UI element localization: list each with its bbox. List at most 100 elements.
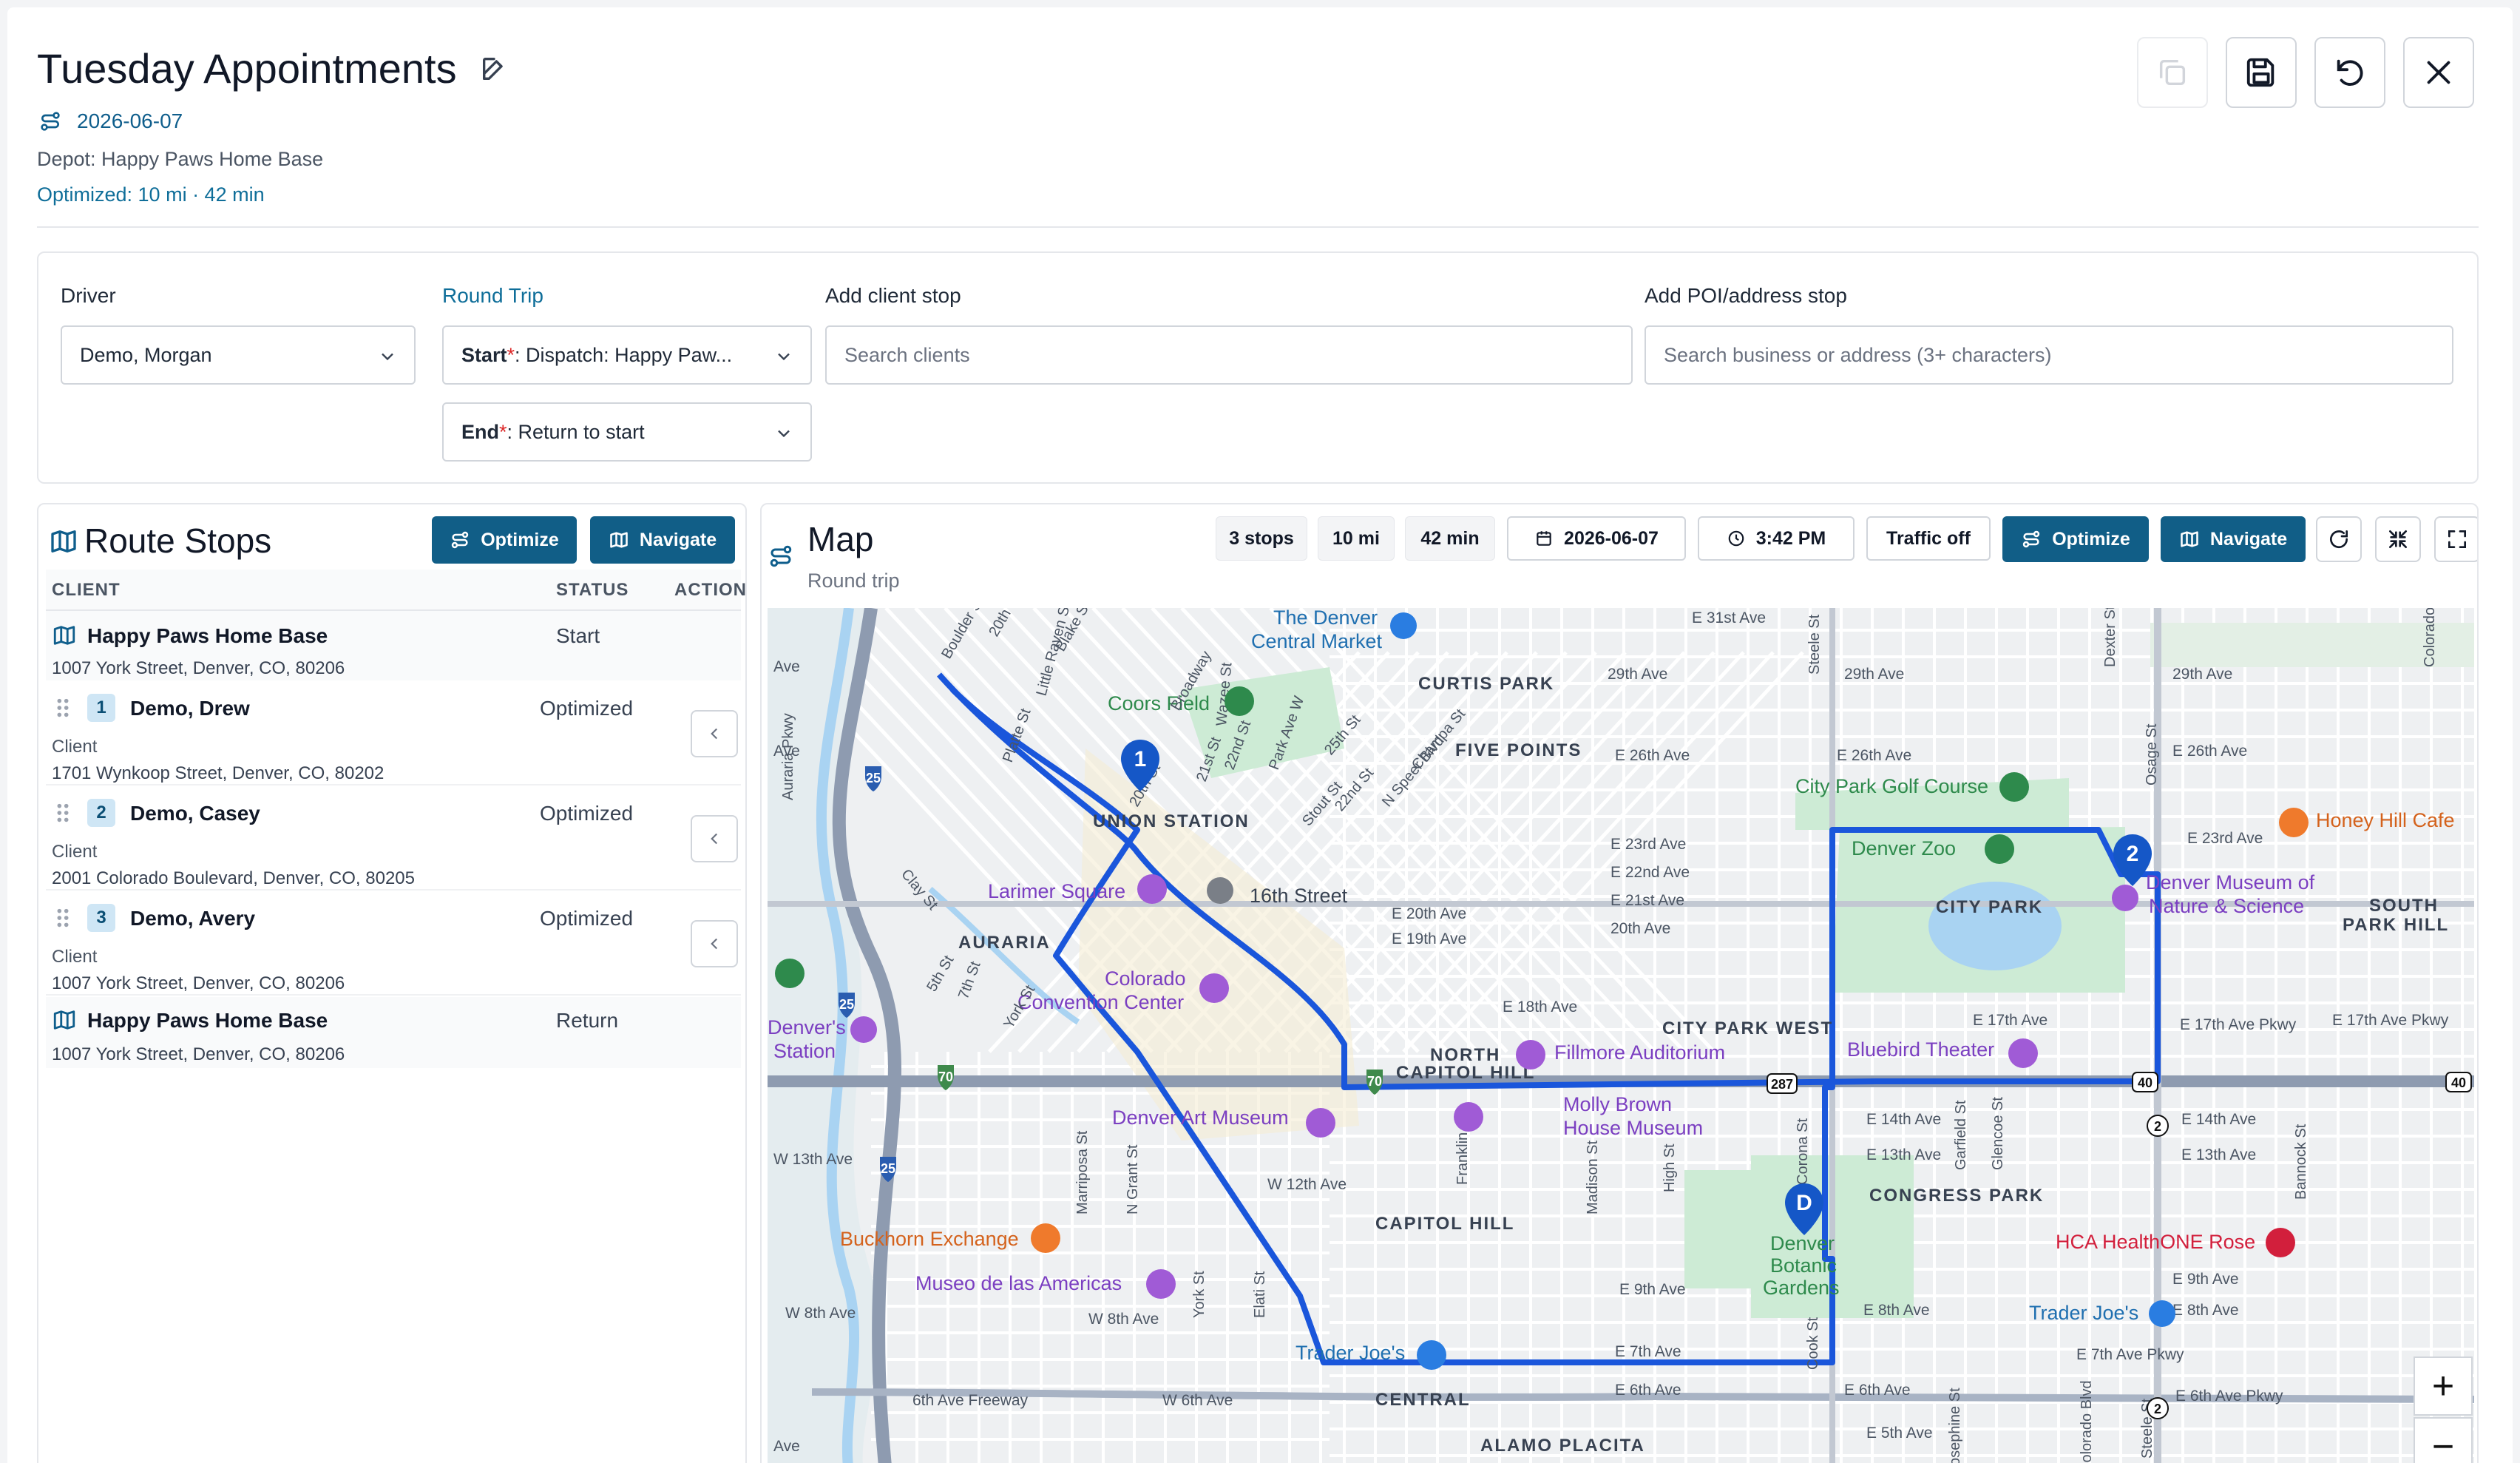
stop-name: Demo, Casey	[130, 802, 260, 825]
music-pin-icon[interactable]	[2008, 1038, 2038, 1068]
zoom-out-button[interactable]: −	[2414, 1417, 2473, 1463]
drag-handle-icon[interactable]	[55, 907, 71, 929]
poi-label: Central Market	[1251, 630, 1383, 652]
stop-name: Demo, Drew	[130, 697, 250, 720]
stop-action-button[interactable]	[691, 815, 738, 862]
fullscreen-button[interactable]	[2434, 516, 2477, 562]
street-label: E 7th Ave	[1615, 1343, 1681, 1360]
street-label: 5th St	[924, 953, 957, 995]
market-pin-icon[interactable]	[1390, 612, 1417, 639]
date-picker[interactable]: 2026-06-07	[1507, 516, 1686, 561]
poi-label: Station	[773, 1040, 836, 1062]
theater-pin-icon[interactable]	[850, 1016, 877, 1043]
poi-label: 16th Street	[1250, 885, 1348, 907]
street-label: E 14th Ave	[1866, 1111, 1941, 1128]
stop-status: Optimized	[540, 907, 634, 930]
reset-button[interactable]	[2314, 37, 2385, 108]
street-label: E 8th Ave	[2172, 1302, 2239, 1319]
art-museum-pin-icon[interactable]	[1306, 1108, 1335, 1138]
stop-address: 1007 York Street, Denver, CO, 80206	[52, 973, 345, 993]
poi-label: Honey Hill Cafe	[2316, 809, 2455, 831]
street-label: York St	[1191, 1271, 1208, 1318]
hospital-pin-icon[interactable]	[2266, 1228, 2295, 1257]
stops-navigate-button[interactable]: Navigate	[590, 516, 735, 564]
state-shield: 2	[2154, 1119, 2161, 1134]
close-icon	[2427, 61, 2450, 84]
drag-handle-icon[interactable]	[55, 802, 71, 824]
client-stop-label: Add client stop	[825, 284, 961, 307]
landmark-pin-icon[interactable]	[1137, 874, 1167, 904]
museum-pin-icon[interactable]	[2112, 885, 2138, 911]
drag-handle-icon[interactable]	[55, 697, 71, 719]
chevron-down-icon	[382, 353, 393, 361]
street-label: E 6th Ave	[1844, 1382, 1911, 1399]
museum-pin-icon[interactable]	[1146, 1269, 1176, 1299]
route-map[interactable]: CURTIS PARK FIVE POINTS UNION STATION AU…	[768, 608, 2474, 1463]
stop-action-button[interactable]	[691, 920, 738, 967]
stop-type: Client	[52, 737, 98, 757]
map-card: Map Round trip 3 stops 10 mi 42 min 2026…	[760, 503, 2479, 1463]
convention-pin-icon[interactable]	[1199, 973, 1229, 1003]
traffic-toggle[interactable]: Traffic off	[1866, 516, 1991, 561]
street-label: Dexter St	[2102, 608, 2118, 667]
street-label: E 13th Ave	[1866, 1146, 1941, 1163]
start-select[interactable]: Start *: Dispatch: Happy Paw...	[442, 325, 812, 385]
station-pin-icon[interactable]	[1207, 877, 1233, 904]
optimize-icon	[2023, 530, 2040, 548]
zoo-pin-icon[interactable]	[1985, 834, 2014, 864]
map-optimize-button[interactable]: Optimize	[2002, 516, 2149, 562]
street-label: E 23rd Ave	[2187, 830, 2263, 847]
chevron-left-icon	[711, 728, 718, 740]
refresh-button[interactable]	[2316, 516, 2362, 562]
table-row: Happy Paws Home Base 1007 York Street, D…	[46, 611, 741, 680]
stop-name: Demo, Avery	[130, 907, 256, 930]
chevron-left-icon	[711, 938, 718, 950]
grocery-pin-icon[interactable]	[1417, 1340, 1446, 1370]
restaurant-pin-icon[interactable]	[1031, 1223, 1060, 1253]
zoom-in-button[interactable]: +	[2414, 1356, 2473, 1416]
stop-type: Client	[52, 947, 98, 967]
driver-select[interactable]: Demo, Morgan	[61, 325, 416, 385]
stop-status: Optimized	[540, 802, 634, 825]
golf-pin-icon[interactable]	[1999, 772, 2029, 802]
street-label: E 14th Ave	[2181, 1111, 2256, 1128]
street-label: Madison St	[1585, 1141, 1601, 1214]
street-label: E 13th Ave	[2181, 1146, 2256, 1163]
street-label: Garfield St	[1953, 1100, 1969, 1170]
stops-optimize-button[interactable]: Optimize	[432, 516, 577, 564]
music-pin-icon[interactable]	[1516, 1040, 1545, 1070]
highway-shield: 70	[1367, 1074, 1382, 1089]
required-mark: *	[499, 420, 507, 443]
street-label: Boulder St	[938, 608, 987, 662]
client-search-input[interactable]: Search clients	[825, 325, 1633, 385]
stop-status: Optimized	[540, 697, 634, 720]
copy-button[interactable]	[2137, 37, 2208, 108]
poi-search-input[interactable]: Search business or address (3+ character…	[1645, 325, 2453, 385]
us-shield: 287	[1771, 1077, 1793, 1092]
duration-chip: 42 min	[1405, 516, 1495, 561]
end-select[interactable]: End *: Return to start	[442, 402, 812, 462]
poi-label: HCA HealthONE Rose	[2056, 1231, 2255, 1253]
map-title: Map	[807, 520, 874, 558]
grocery-pin-icon[interactable]	[2149, 1300, 2175, 1327]
time-picker[interactable]: 3:42 PM	[1698, 516, 1855, 561]
stop-address: 1007 York Street, Denver, CO, 80206	[52, 658, 345, 678]
save-icon	[2246, 58, 2275, 87]
street-label: High St	[1662, 1143, 1678, 1192]
cafe-pin-icon[interactable]	[2279, 808, 2309, 837]
edit-title-icon[interactable]	[479, 54, 509, 84]
route-date-text: 2026-06-07	[77, 109, 183, 132]
map-optimize-label: Optimize	[2052, 528, 2130, 550]
stop-action-button[interactable]	[691, 710, 738, 757]
table-row: Happy Paws Home Base 1007 York Street, D…	[46, 997, 741, 1068]
save-button[interactable]	[2226, 37, 2297, 108]
fit-bounds-button[interactable]	[2375, 516, 2421, 562]
street-label: Auraria Pkwy	[780, 713, 796, 800]
map-navigate-button[interactable]: Navigate	[2161, 516, 2306, 562]
stadium-pin-icon[interactable]	[1225, 686, 1254, 716]
neighborhood-label: FIVE POINTS	[1455, 740, 1582, 760]
close-button[interactable]	[2403, 37, 2474, 108]
street-label: 20th St	[986, 608, 1023, 640]
museum-pin-icon[interactable]	[1454, 1102, 1483, 1132]
park-pin-icon[interactable]	[775, 959, 805, 988]
